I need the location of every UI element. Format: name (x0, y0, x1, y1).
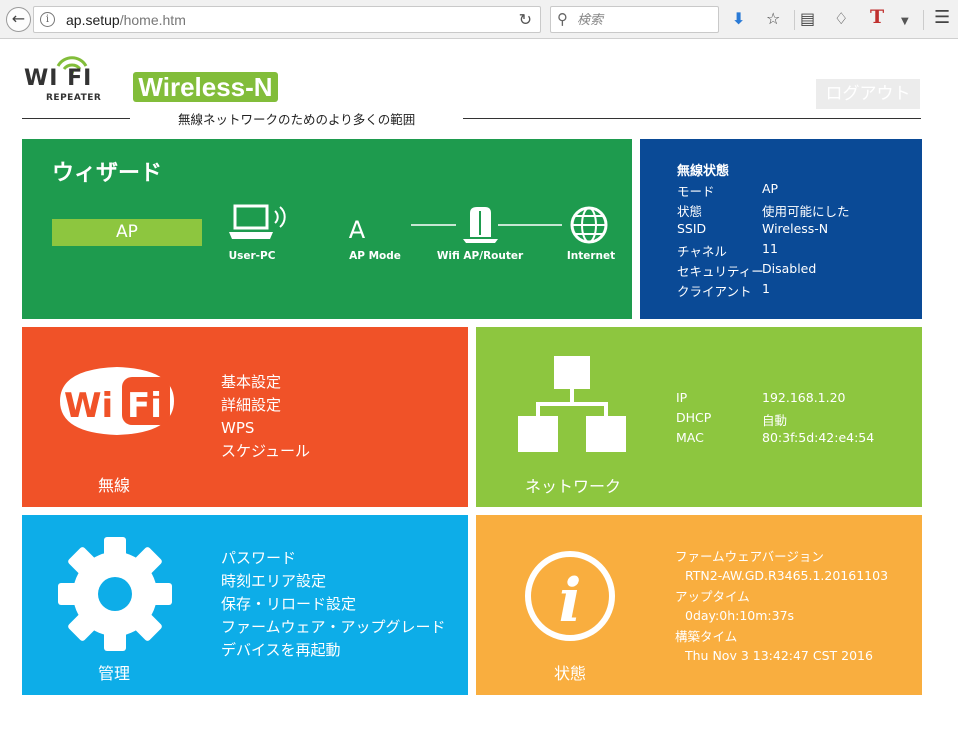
network-label-dhcp: DHCP (676, 410, 712, 425)
laptop-icon (229, 204, 286, 239)
search-box[interactable]: ⚲ (550, 6, 719, 33)
menu-wps[interactable]: WPS (221, 417, 310, 440)
browser-toolbar: ← i ap.setup/home.htm ↻ ⚲ ⬇ ☆ ▤ ♢ T ▼ ☰ (0, 0, 958, 39)
ap-mode-label: AP Mode (349, 250, 401, 262)
firmware-label: ファームウェアバージョン (675, 549, 824, 564)
status-label-ssid: SSID (677, 221, 707, 236)
build-label: 構築タイム (675, 629, 738, 644)
status-label-state: 状態 (677, 204, 703, 219)
network-label-ip: IP (676, 390, 688, 405)
status-value-security: Disabled (762, 261, 817, 276)
network-value-mac: 80:3f:5d:42:e4:54 (762, 430, 875, 445)
menu-save-reload[interactable]: 保存・リロード設定 (221, 593, 446, 616)
menu-password[interactable]: パスワード (221, 547, 446, 570)
tagline: 無線ネットワークのためのより多くの範囲 (178, 112, 416, 127)
network-tile[interactable]: IP 192.168.1.20 DHCP 自動 MAC 80:3f:5d:42:… (476, 327, 922, 507)
menu-reboot[interactable]: デバイスを再起動 (221, 639, 446, 662)
search-input[interactable] (577, 11, 715, 29)
admin-menu: パスワード 時刻エリア設定 保存・リロード設定 ファームウェア・アップグレード … (221, 547, 446, 662)
bookmark-star-icon[interactable]: ☆ (766, 9, 780, 29)
status-label-clients: クライアント (677, 284, 752, 299)
status-value-mode: AP (762, 181, 779, 196)
menu-time-zone[interactable]: 時刻エリア設定 (221, 570, 446, 593)
menu-advanced-settings[interactable]: 詳細設定 (221, 394, 310, 417)
wifi-repeater-logo: WI FI REPEATER (24, 54, 120, 106)
wizard-tile[interactable]: ウィザード AP A User-PC AP Mode Wifi AP/Route (22, 139, 632, 319)
info-circle-icon: i (525, 551, 615, 641)
network-value-dhcp: 自動 (762, 413, 788, 428)
toolbar-divider (923, 10, 924, 30)
admin-caption[interactable]: 管理 (98, 660, 130, 684)
topology-diagram (229, 204, 608, 244)
status-tile[interactable]: i ファームウェアバージョン RTN2-AW.GD.R3465.1.201611… (476, 515, 922, 695)
network-value-ip: 192.168.1.20 (762, 390, 846, 405)
network-label-mac: MAC (676, 430, 704, 445)
extension-t-icon[interactable]: T (870, 7, 884, 27)
reload-icon[interactable]: ↻ (519, 10, 532, 29)
network-topology-icon (518, 356, 626, 452)
wifi-logo-wi: Wi (64, 386, 113, 426)
chevron-down-icon[interactable]: ▼ (901, 12, 909, 32)
reading-list-icon[interactable]: ▤ (800, 9, 815, 29)
wireless-tile[interactable]: Wi Fi 基本設定 詳細設定 WPS スケジュール 無線 (22, 327, 468, 507)
address-bar[interactable]: i ap.setup/home.htm ↻ (33, 6, 541, 33)
wifi-logo-icon: Wi Fi (60, 367, 174, 435)
status-label-security: セキュリティー (677, 264, 764, 279)
wireless-status-tile: 無線状態 モード AP 状態 使用可能にした SSID Wireless-N チ… (640, 139, 922, 319)
url-host: ap.setup (66, 12, 120, 28)
build-value: Thu Nov 3 13:42:47 CST 2016 (685, 648, 873, 663)
download-icon[interactable]: ⬇ (732, 9, 745, 29)
wireless-status-title: 無線状態 (677, 164, 730, 179)
user-pc-label: User-PC (228, 250, 276, 262)
uptime-label: アップタイム (675, 589, 750, 604)
info-glyph: i (559, 566, 582, 636)
status-value-ssid: Wireless-N (762, 221, 829, 236)
info-icon[interactable]: i (40, 12, 55, 27)
gear-icon (58, 537, 172, 651)
status-value-clients: 1 (762, 281, 770, 296)
router-icon (463, 207, 498, 243)
internet-label: Internet (566, 250, 616, 262)
uptime-value: 0day:0h:10m:37s (685, 608, 795, 623)
menu-basic-settings[interactable]: 基本設定 (221, 371, 310, 394)
logout-button[interactable]: ログアウト (816, 79, 920, 109)
wifi-logo-fi: Fi (127, 386, 162, 426)
pocket-icon[interactable]: ♢ (834, 9, 848, 29)
network-caption[interactable]: ネットワーク (525, 473, 621, 497)
brand-badge: Wireless-N (133, 72, 278, 102)
status-caption[interactable]: 状態 (554, 660, 586, 684)
url-text[interactable]: ap.setup/home.htm (66, 12, 186, 28)
status-value-state: 使用可能にした (762, 204, 850, 219)
menu-schedule[interactable]: スケジュール (221, 440, 310, 463)
header-divider (463, 118, 921, 119)
search-icon: ⚲ (557, 10, 568, 28)
url-path: /home.htm (119, 12, 186, 28)
logo-subtitle: REPEATER (46, 93, 102, 103)
firmware-value: RTN2-AW.GD.R3465.1.20161103 (685, 568, 889, 583)
router-label: Wifi AP/Router (436, 250, 524, 262)
wireless-menu: 基本設定 詳細設定 WPS スケジュール (221, 371, 310, 463)
menu-firmware-upgrade[interactable]: ファームウェア・アップグレード (221, 616, 446, 639)
wireless-caption[interactable]: 無線 (98, 472, 130, 496)
header-divider (22, 118, 130, 119)
status-label-channel: チャネル (677, 244, 727, 259)
status-value-channel: 11 (762, 241, 778, 256)
toolbar-divider (794, 10, 795, 30)
back-arrow-icon[interactable]: ← (6, 7, 31, 32)
status-label-mode: モード (677, 184, 715, 199)
hamburger-menu-icon[interactable]: ☰ (934, 8, 950, 28)
globe-icon (570, 206, 608, 244)
admin-tile[interactable]: パスワード 時刻エリア設定 保存・リロード設定 ファームウェア・アップグレード … (22, 515, 468, 695)
ap-mode-glyph: A (348, 216, 366, 244)
logo-text: WI FI (24, 66, 93, 91)
